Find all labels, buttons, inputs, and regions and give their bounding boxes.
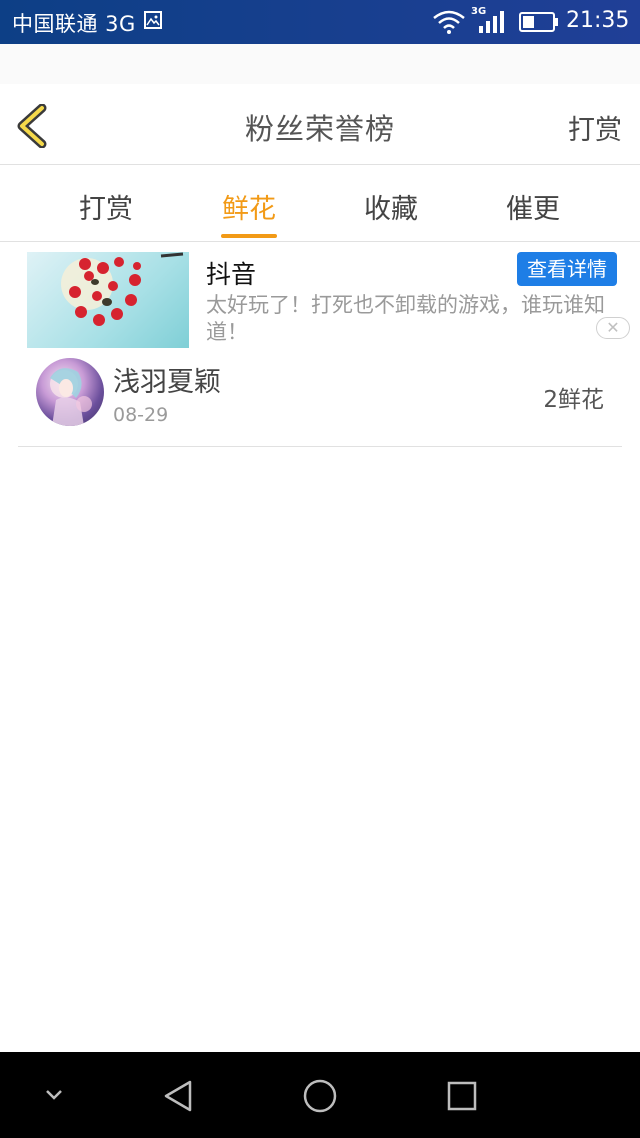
system-nav-bar <box>0 1052 640 1138</box>
ad-title: 抖音 <box>206 260 257 289</box>
carrier-label: 中国联通 3G <box>12 12 136 36</box>
close-icon[interactable]: ✕ <box>596 317 630 339</box>
status-bar: 中国联通 3G 3G 21:35 <box>0 0 640 44</box>
header-spacer <box>0 44 640 84</box>
ad-description: 太好玩了！打死也不卸载的游戏，谁玩谁知道！ <box>206 293 605 344</box>
fan-flower-count: 2鲜花 <box>543 387 604 413</box>
nav-recents-icon[interactable] <box>446 1080 478 1112</box>
header: 粉丝荣誉榜 打赏 <box>0 84 640 165</box>
tab-reward[interactable]: 打赏 <box>56 187 156 226</box>
wifi-icon <box>433 10 465 34</box>
tab-urge-update[interactable]: 催更 <box>483 187 583 226</box>
fan-name: 浅羽夏颖 <box>113 367 221 398</box>
screen: 中国联通 3G 3G 21:35 粉丝荣誉榜 打赏 打赏 鲜花 收藏 催更 抖音… <box>0 0 640 1138</box>
battery-icon <box>519 12 558 32</box>
tab-flowers[interactable]: 鲜花 <box>199 187 299 226</box>
sim-image-icon <box>144 11 162 29</box>
page-title: 粉丝荣誉榜 <box>244 112 395 146</box>
ad-image[interactable] <box>27 252 189 348</box>
clock: 21:35 <box>566 8 630 33</box>
chevron-down-icon[interactable] <box>44 1088 64 1102</box>
nav-home-icon[interactable] <box>302 1078 338 1114</box>
reward-button[interactable]: 打赏 <box>568 108 622 147</box>
nav-back-icon[interactable] <box>160 1078 196 1114</box>
ad-banner[interactable]: 抖音 太好玩了！打死也不卸载的游戏，谁玩谁知道！ 查看详情 <box>0 242 640 348</box>
view-details-button[interactable]: 查看详情 <box>517 252 617 286</box>
tab-bar: 打赏 鲜花 收藏 催更 <box>0 165 640 242</box>
tab-favorites[interactable]: 收藏 <box>341 187 441 226</box>
fan-date: 08-29 <box>113 404 169 426</box>
signal-icon <box>479 11 504 33</box>
avatar[interactable] <box>36 358 104 426</box>
list-item[interactable]: 浅羽夏颖 08-29 2鲜花 <box>18 352 622 447</box>
active-tab-indicator <box>221 234 277 238</box>
